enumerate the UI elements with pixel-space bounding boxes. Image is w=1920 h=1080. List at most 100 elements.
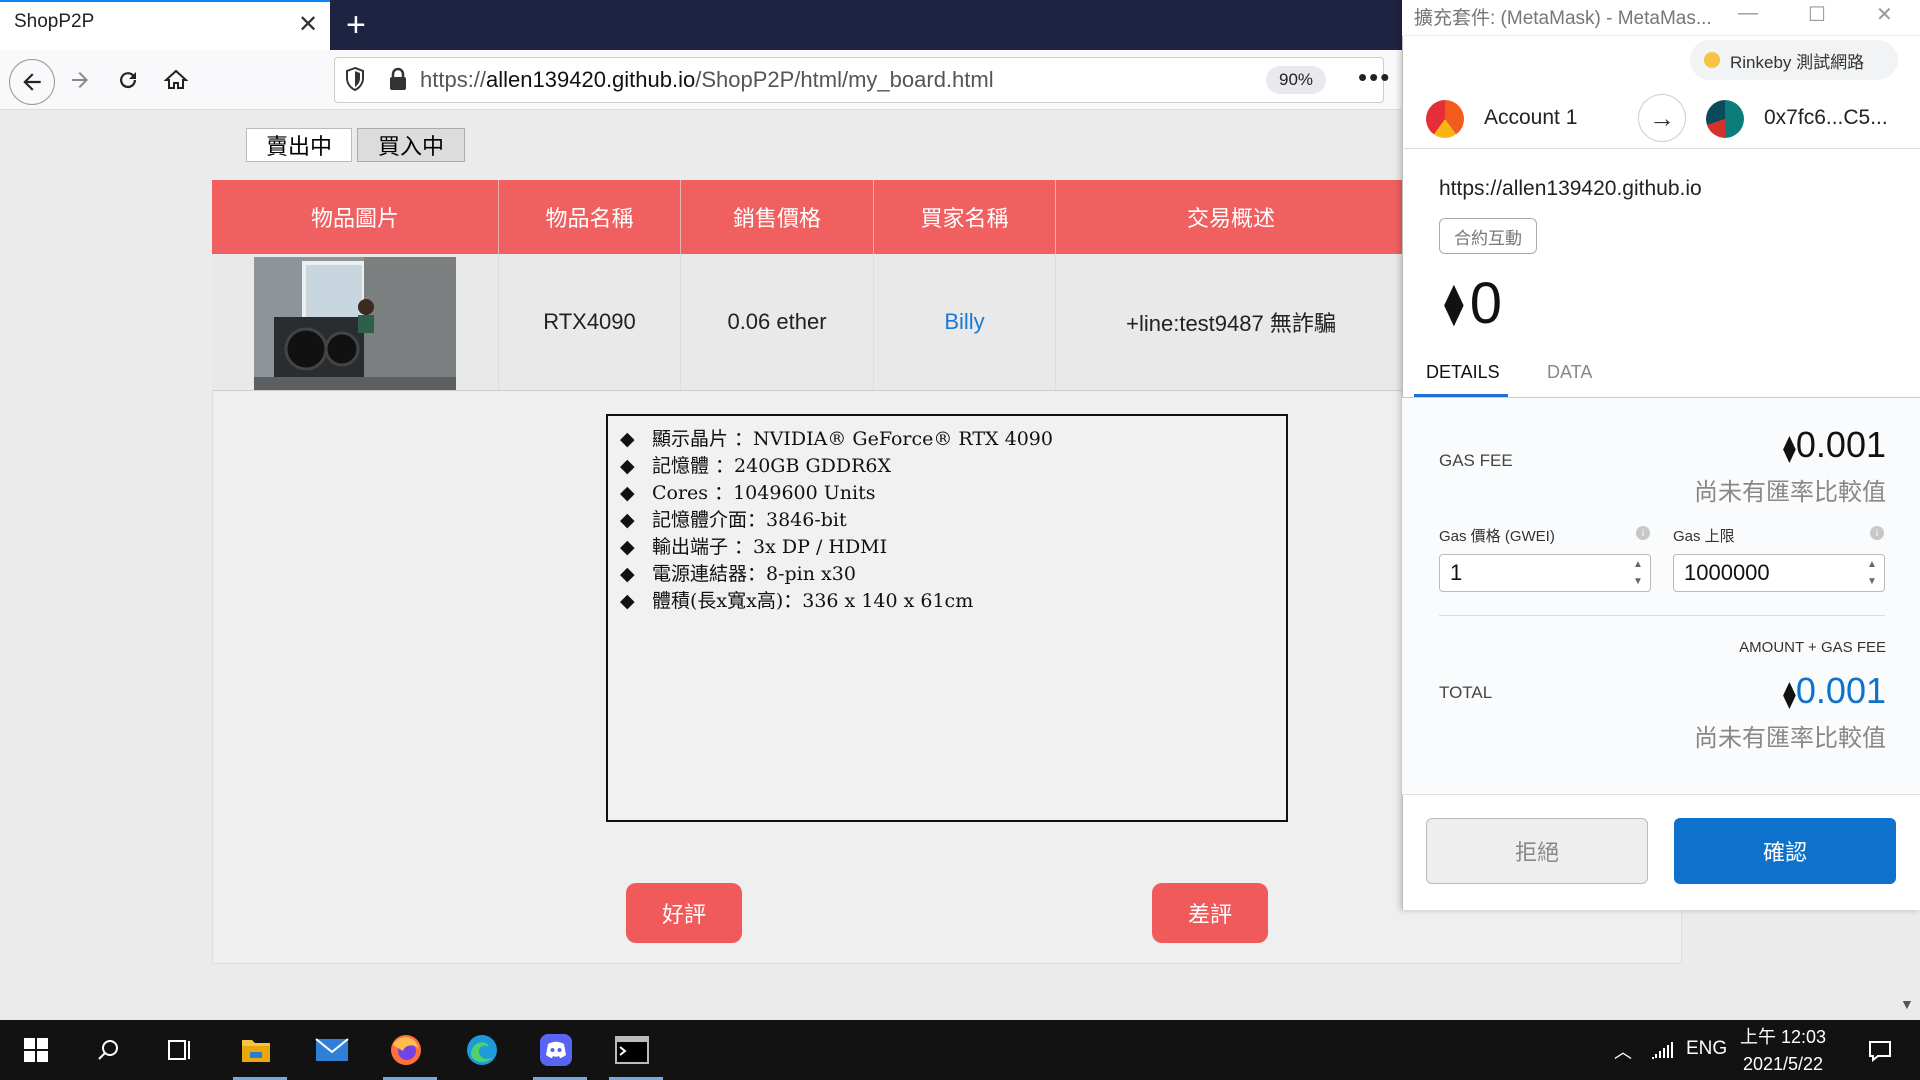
maximize-icon[interactable]: ☐ (1808, 2, 1826, 27)
chevron-down-icon[interactable]: ▼ (1867, 576, 1877, 587)
description-text: Cores ：1049600 Units (652, 482, 876, 504)
chevron-up-icon[interactable]: ▲ (1867, 559, 1877, 570)
description-text: 顯示晶片 ：NVIDIA® GeForce® RTX 4090 (652, 428, 1053, 450)
reject-button[interactable]: 拒絕 (1426, 818, 1648, 884)
description-line: ◆ 體積(長x寬x高)：336 x 140 x 61cm (620, 588, 1274, 615)
close-icon[interactable]: ✕ (1876, 2, 1893, 27)
network-status-dot (1704, 52, 1720, 68)
gas-limit-input[interactable]: 1000000 (1673, 554, 1885, 592)
firefox-icon (391, 1035, 421, 1065)
diamond-bullet-icon: ◆ (620, 482, 635, 504)
account-name[interactable]: Account 1 (1484, 106, 1577, 130)
clock-date: 2021/5/22 (1742, 1054, 1824, 1074)
terminal-button[interactable] (612, 1030, 652, 1070)
description-line: ◆ Cores ：1049600 Units (620, 480, 1274, 507)
language-indicator[interactable]: ENG (1686, 1038, 1727, 1060)
amount-plus-gas-label: AMOUNT + GAS FEE (1739, 639, 1886, 656)
confirm-button[interactable]: 確認 (1674, 818, 1896, 884)
tab-details[interactable]: DETAILS (1426, 362, 1500, 383)
clock[interactable]: 上午 12:03 2021/5/22 (1740, 1024, 1826, 1078)
diamond-bullet-icon: ◆ (620, 428, 635, 450)
col-item-name: 物品名稱 (499, 180, 681, 254)
total-fiat: 尚未有匯率比較值 (1694, 725, 1886, 752)
total-amount: 0.001 (1795, 670, 1886, 711)
lock-icon[interactable] (388, 67, 408, 91)
chevron-down-icon[interactable]: ▼ (1633, 576, 1643, 587)
transaction-amount: ⧫ 0 (1444, 270, 1502, 337)
network-icon[interactable] (1650, 1040, 1674, 1060)
diamond-bullet-icon: ◆ (620, 536, 635, 558)
forward-button[interactable] (64, 64, 96, 96)
scroll-down-icon[interactable]: ▼ (1900, 996, 1914, 1012)
file-explorer-button[interactable] (236, 1030, 276, 1070)
reload-button[interactable] (112, 64, 144, 96)
gas-fee-amount: 0.001 (1795, 424, 1886, 465)
total-label: TOTAL (1439, 683, 1493, 702)
tab-title[interactable]: ShopP2P (14, 11, 94, 33)
mail-icon (315, 1038, 349, 1061)
arrow-right-icon: → (1638, 94, 1686, 142)
search-icon (98, 1040, 118, 1060)
cell-summary: +line:test9487 無詐騙 (1056, 254, 1406, 390)
reload-icon (120, 72, 137, 89)
gas-fee-fiat: 尚未有匯率比較值 (1694, 479, 1886, 506)
tab-selling[interactable]: 賣出中 (246, 128, 352, 162)
gas-price-input[interactable]: 1 (1439, 554, 1651, 592)
url-path: /ShopP2P/html/my_board.html (695, 67, 994, 92)
buyer-link[interactable]: Billy (874, 254, 1056, 390)
gas-fee-value: ⧫0.001 (1700, 424, 1886, 466)
taskbar (0, 1020, 1920, 1080)
description-text: 輸出端子 ：3x DP / HDMI (652, 536, 888, 558)
eth-icon: ⧫ (1783, 433, 1796, 463)
request-origin: https://allen139420.github.io (1439, 177, 1702, 200)
url-text[interactable]: https://allen139420.github.io/ShopP2P/ht… (420, 67, 994, 93)
col-price: 銷售價格 (681, 180, 874, 254)
tab-buying[interactable]: 買入中 (357, 128, 465, 162)
recipient-address[interactable]: 0x7fc6...C5... (1764, 106, 1888, 130)
photo-graphic (254, 257, 456, 391)
arrow-left-icon (23, 73, 41, 91)
tracking-shield-icon[interactable] (344, 66, 366, 92)
diamond-bullet-icon: ◆ (620, 509, 635, 531)
info-icon[interactable]: i (1870, 526, 1884, 540)
back-button[interactable] (9, 59, 55, 105)
minimize-icon[interactable]: — (1738, 2, 1758, 25)
description-line: ◆ 記憶體介面：3846-bit (620, 507, 1274, 534)
tab-data[interactable]: DATA (1547, 362, 1592, 383)
tab-close-button[interactable]: ✕ (298, 10, 318, 39)
page-actions-button[interactable]: ••• (1358, 62, 1391, 93)
description-text: 記憶體介面：3846-bit (652, 509, 847, 531)
col-item-image: 物品圖片 (212, 180, 499, 254)
firefox-button[interactable] (386, 1030, 426, 1070)
url-prefix: https:// (420, 67, 487, 92)
gas-limit-stepper[interactable]: ▲ ▼ (1863, 556, 1881, 590)
network-name: Rinkeby 測試網路 (1730, 52, 1865, 72)
folder-icon (242, 1040, 270, 1062)
diamond-bullet-icon: ◆ (620, 563, 635, 585)
recipient-avatar (1706, 100, 1744, 138)
new-tab-button[interactable]: + (346, 6, 366, 45)
description-line: ◆ 電源連結器：8-pin x30 (620, 561, 1274, 588)
task-view-button[interactable] (160, 1030, 200, 1070)
windows-icon (24, 1038, 48, 1062)
gas-price-stepper[interactable]: ▲ ▼ (1629, 556, 1647, 590)
good-review-button[interactable]: 好評 (626, 883, 742, 943)
notification-icon[interactable] (1868, 1040, 1892, 1062)
edge-button[interactable] (462, 1030, 502, 1070)
clock-time: 上午 12:03 (1740, 1027, 1827, 1047)
home-button[interactable] (160, 64, 192, 96)
info-icon[interactable]: i (1636, 526, 1650, 540)
home-icon (164, 69, 188, 89)
chevron-up-icon[interactable]: ▲ (1633, 559, 1643, 570)
discord-button[interactable] (536, 1030, 576, 1070)
mail-button[interactable] (312, 1030, 352, 1070)
network-selector[interactable]: Rinkeby 測試網路 (1690, 40, 1898, 80)
search-button[interactable] (88, 1030, 128, 1070)
item-photo[interactable] (254, 257, 456, 391)
chevron-up-icon[interactable]: ︿ (1614, 1038, 1632, 1064)
bad-review-button[interactable]: 差評 (1152, 883, 1268, 943)
col-buyer: 買家名稱 (874, 180, 1056, 254)
start-button[interactable] (16, 1030, 56, 1070)
discord-icon (540, 1034, 572, 1066)
zoom-indicator[interactable]: 90% (1266, 66, 1326, 94)
